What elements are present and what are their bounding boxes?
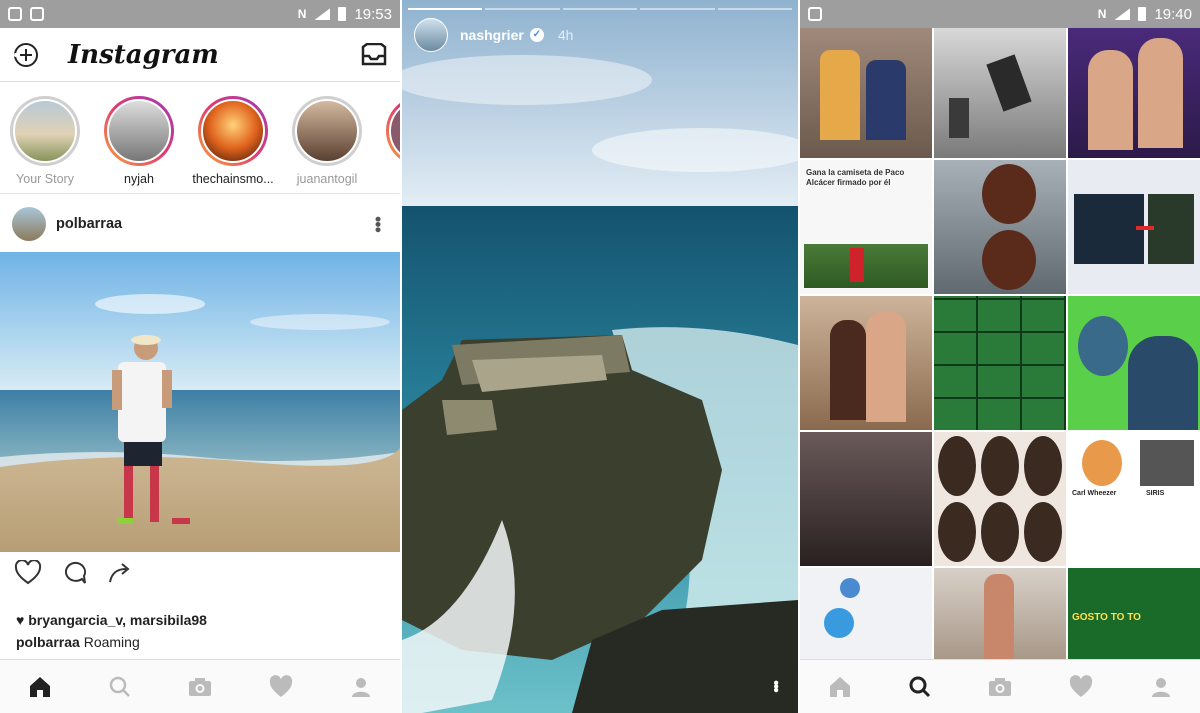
post-caption: polbarraa Roaming — [16, 634, 140, 650]
progress-segment — [485, 8, 560, 10]
story-timestamp: 4h — [557, 27, 574, 43]
tile-headline: Gana la camiseta de Paco Alcácer firmado… — [806, 168, 905, 187]
stories-tray: Your Story nyjah thechainsmo... juananto… — [0, 82, 400, 194]
story-header: nashgrier ✓ 4h — [414, 18, 573, 52]
progress-segment — [717, 8, 793, 10]
explore-tile[interactable]: GOSTO TO TO — [1068, 568, 1200, 660]
avatar — [295, 99, 359, 163]
story-nyjah[interactable]: nyjah — [96, 96, 182, 186]
gallery-icon — [30, 7, 44, 21]
battery-icon — [1138, 7, 1147, 21]
home-icon[interactable] — [827, 675, 853, 699]
caption-username[interactable]: polbarraa — [16, 634, 80, 650]
avatar — [389, 99, 400, 163]
explore-tile[interactable]: Carl Wheezer SIRIS — [1068, 432, 1200, 566]
explore-tile[interactable] — [934, 568, 1066, 660]
status-bar: N 19:53 — [0, 0, 400, 28]
story-label: thechainsmo... — [192, 172, 274, 186]
home-icon[interactable] — [27, 675, 53, 699]
explore-tile[interactable] — [1068, 160, 1200, 294]
explore-tile[interactable] — [800, 296, 932, 430]
profile-icon[interactable] — [349, 675, 373, 699]
explore-tile[interactable] — [800, 432, 932, 566]
wifi-icon — [1114, 8, 1131, 20]
app-title: Instagram — [68, 39, 219, 70]
likes-line: ♥ bryangarcia_v, marsibila98 — [16, 612, 207, 628]
explore-tile[interactable] — [934, 28, 1066, 158]
nfc-icon: N — [1097, 7, 1107, 21]
explore-tile[interactable]: Gana la camiseta de Paco Alcácer firmado… — [800, 160, 932, 294]
screenshot-collage: N 19:53 Instagram Your Story nyjah thech… — [0, 0, 1200, 713]
camera-icon[interactable] — [987, 676, 1013, 698]
explore-tile[interactable] — [800, 568, 932, 660]
bottom-nav — [800, 659, 1200, 713]
clock: 19:40 — [1154, 5, 1192, 23]
explore-tile[interactable] — [934, 296, 1066, 430]
story-juanantogil[interactable]: juanantogil — [284, 96, 370, 186]
story-photo[interactable] — [402, 0, 798, 713]
story-label: juanantogil — [296, 172, 358, 186]
nfc-icon: N — [297, 7, 307, 21]
story-label: Your Story — [16, 172, 74, 186]
heart-icon[interactable] — [268, 674, 294, 699]
battery-icon — [338, 7, 347, 21]
status-bar: N 19:40 — [800, 0, 1200, 28]
avatar[interactable] — [414, 18, 448, 52]
tile-caption: GOSTO TO TO — [1072, 612, 1141, 623]
explore-tile[interactable] — [1068, 296, 1200, 430]
clock: 19:53 — [354, 5, 392, 23]
tile-caption: Carl Wheezer — [1072, 490, 1117, 497]
explore-screen: N 19:40 Gana la camiseta de Paco Alcácer… — [800, 0, 1200, 713]
app-header: Instagram — [0, 28, 400, 82]
story-thechainsmokers[interactable]: thechainsmo... — [190, 96, 276, 186]
more-options-icon[interactable]: ••• — [766, 680, 784, 691]
camera-icon[interactable] — [187, 676, 213, 698]
avatar — [13, 99, 77, 163]
tile-caption: SIRIS — [1146, 490, 1165, 497]
like-heart-icon[interactable] — [14, 560, 42, 586]
post-actions — [14, 560, 134, 586]
verified-badge-icon: ✓ — [529, 28, 544, 42]
story-label: nyjah — [124, 172, 154, 186]
progress-segment — [640, 8, 715, 10]
whatsapp-icon — [8, 7, 22, 21]
explore-tile[interactable] — [934, 160, 1066, 294]
avatar — [201, 99, 265, 163]
add-story-icon[interactable] — [12, 41, 40, 69]
gallery-icon — [808, 7, 822, 21]
liked-by[interactable]: bryangarcia_v, marsibila98 — [28, 612, 207, 628]
story-your-story[interactable]: Your Story — [2, 96, 88, 186]
explore-tile[interactable] — [1068, 28, 1200, 158]
avatar — [107, 99, 171, 163]
post-header: polbarraa ••• — [0, 196, 400, 252]
avatar[interactable] — [12, 207, 46, 241]
story-progress — [408, 8, 793, 10]
wifi-icon — [314, 8, 331, 20]
feed-screen: N 19:53 Instagram Your Story nyjah thech… — [0, 0, 400, 713]
more-options-icon[interactable]: ••• — [367, 216, 388, 232]
caption-text: Roaming — [83, 634, 140, 650]
search-icon[interactable] — [908, 675, 932, 699]
inbox-icon[interactable] — [360, 42, 388, 67]
small-heart-icon: ♥ — [16, 612, 25, 628]
explore-tile[interactable] — [934, 432, 1066, 566]
heart-icon[interactable] — [1068, 674, 1094, 699]
explore-tile[interactable] — [800, 28, 932, 158]
comment-icon[interactable] — [60, 560, 88, 586]
story-partial[interactable] — [378, 96, 400, 166]
progress-segment — [408, 8, 483, 10]
post-username[interactable]: polbarraa — [56, 216, 122, 232]
search-icon[interactable] — [108, 675, 132, 699]
progress-segment — [562, 8, 638, 10]
story-username[interactable]: nashgrier — [460, 27, 524, 43]
profile-icon[interactable] — [1149, 675, 1173, 699]
story-viewer-screen[interactable]: nashgrier ✓ 4h ••• — [402, 0, 798, 713]
bottom-nav — [0, 659, 400, 713]
share-icon[interactable] — [106, 560, 134, 586]
post-photo[interactable] — [0, 252, 400, 552]
